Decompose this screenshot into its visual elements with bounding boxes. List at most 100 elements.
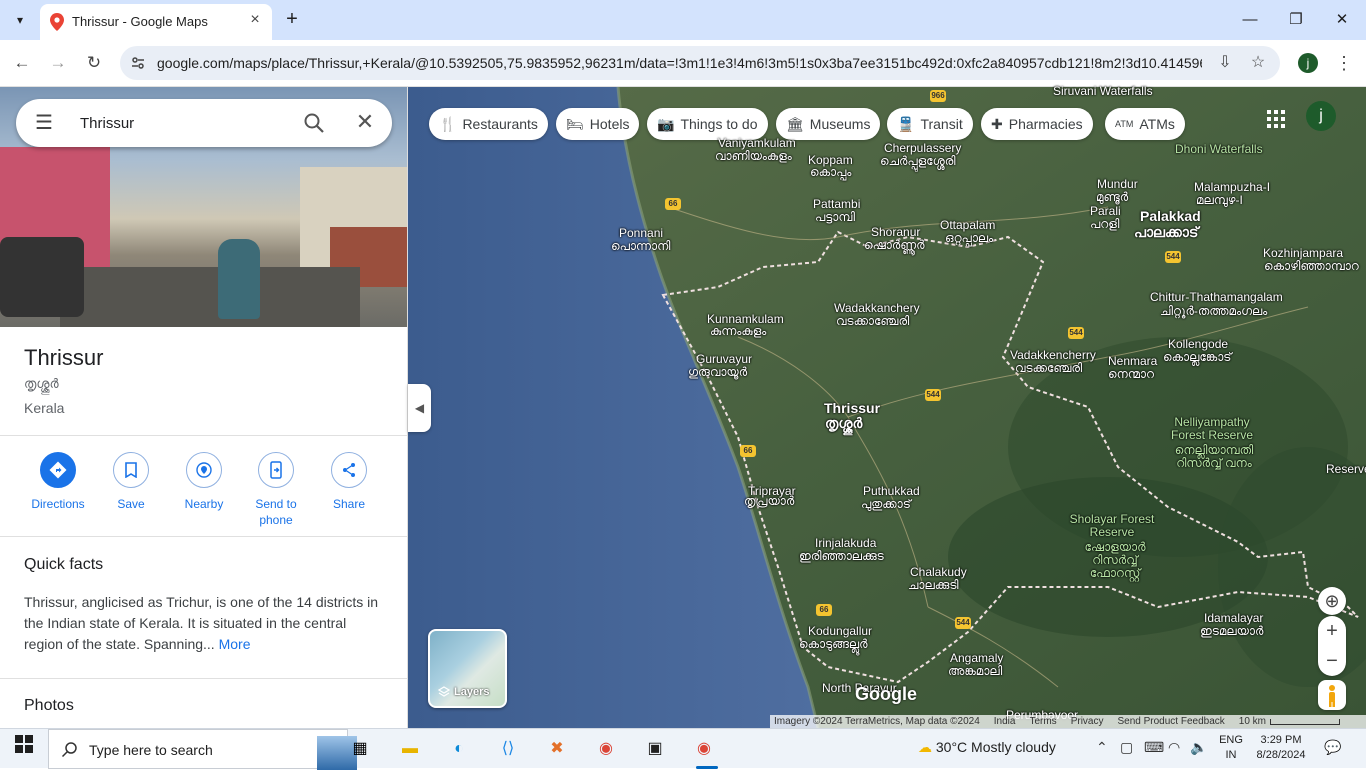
chip-pharmacies[interactable]: ✚ Pharmacies [981, 108, 1093, 140]
new-tab-button[interactable]: + [282, 9, 302, 29]
chip-hotels[interactable]: 🛏 Hotels [556, 108, 640, 140]
chip-atms[interactable]: ATM ATMs [1105, 108, 1185, 140]
map-label: തൃശ്ശൂർ [825, 415, 863, 431]
map-label: കൊഴിഞ്ഞാമ്പാറ [1264, 259, 1359, 273]
nearby-label: Nearby [184, 497, 224, 511]
volume-icon[interactable]: 🔈 [1190, 739, 1207, 756]
region-link[interactable]: India [994, 716, 1016, 727]
region-code: IN [1225, 749, 1237, 761]
place-local-name: തൃശ്ശൂർ [24, 376, 59, 391]
map-label: വടക്കഞ്ചേരി [1015, 361, 1083, 375]
atm-icon: ATM [1115, 119, 1134, 129]
site-info-icon[interactable] [130, 55, 146, 71]
vscode-icon[interactable]: ⟨⟩ [494, 735, 522, 763]
taskbar-search[interactable]: Type here to search [48, 729, 357, 770]
map-label: മലമ്പുഴ-I [1196, 193, 1243, 207]
send-to-phone-button[interactable]: Send to phone [240, 452, 312, 528]
language-indicator[interactable]: ENG IN [1218, 733, 1244, 763]
edge-icon[interactable]: ◐ [445, 735, 473, 763]
profile-avatar[interactable]: j [1298, 53, 1318, 73]
restaurant-icon: 🍴 [439, 115, 457, 132]
meet-icon[interactable]: ▢ [1120, 739, 1133, 756]
clock[interactable]: 3:29 PM 8/28/2024 [1252, 733, 1310, 763]
layers-label: Layers [454, 686, 490, 698]
input-icon[interactable]: ⌨ [1144, 739, 1164, 756]
map-label: ഷൊർണ്ണൂർ [864, 238, 925, 252]
notifications-icon[interactable]: 💬 [1324, 739, 1341, 756]
search-icon[interactable] [302, 111, 326, 135]
clock-date: 8/28/2024 [1256, 749, 1306, 761]
map-label: പൊന്നാനി [611, 239, 671, 253]
address-bar[interactable]: google.com/maps/place/Thrissur,+Kerala/@… [120, 46, 1280, 80]
save-button[interactable]: Save [95, 452, 167, 512]
layers-button[interactable]: Layers [428, 629, 507, 708]
scale-label: 10 km [1238, 716, 1267, 727]
share-button[interactable]: Share [313, 452, 385, 512]
map-label: ഷോളയാർ റിസർവ്വ് ഫോറസ്റ്റ് [1084, 540, 1146, 580]
terms-link[interactable]: Terms [1029, 716, 1056, 727]
zoom-out-button[interactable]: − [1318, 646, 1346, 676]
chip-restaurants[interactable]: 🍴 Restaurants [429, 108, 548, 140]
restore-button[interactable]: ❐ [1284, 8, 1308, 32]
wifi-icon[interactable]: ◠ [1168, 739, 1180, 756]
search-input[interactable] [80, 111, 280, 135]
map-label: വാണിയംകുളം [715, 149, 792, 163]
pegman-icon[interactable] [1318, 680, 1346, 710]
chip-atms-label: ATMs [1139, 116, 1175, 132]
menu-icon[interactable]: ☰ [32, 111, 56, 135]
browser-menu-icon[interactable]: ⋮ [1334, 51, 1354, 75]
tab-list-button[interactable]: ▾ [6, 8, 34, 32]
map-label: ഇടമലയാർ [1200, 624, 1264, 638]
clear-search-icon[interactable]: ✕ [353, 110, 377, 134]
show-hidden-icons[interactable]: ⌃ [1096, 739, 1108, 756]
place-panel: ☰ ✕ Thrissur തൃശ്ശൂർ Kerala Directions S… [0, 87, 408, 728]
task-view-icon[interactable]: ▦ [346, 735, 374, 763]
chip-things-to-do-label: Things to do [680, 116, 758, 132]
map-label: Nelliyampathy Forest Reserve [1170, 415, 1254, 442]
tab-close-icon[interactable]: × [246, 11, 264, 29]
zoom-in-button[interactable]: + [1318, 616, 1346, 646]
back-button[interactable]: ← [10, 51, 34, 75]
map-label: ചിറ്റൂർ-തത്തമംഗലം [1160, 304, 1268, 318]
map-label: ചെർപ്പുളശ്ശേരി [880, 154, 956, 168]
active-tab[interactable]: Thrissur - Google Maps × [40, 4, 272, 40]
feedback-link[interactable]: Send Product Feedback [1117, 716, 1224, 727]
bookmark-star-icon[interactable]: ☆ [1248, 53, 1268, 73]
browser-tab-bar: ▾ Thrissur - Google Maps × + — ❐ ✕ [0, 0, 1366, 40]
map-account-avatar[interactable]: j [1306, 101, 1336, 131]
minimize-button[interactable]: — [1238, 8, 1262, 32]
weather-widget[interactable]: ☁ 30°C Mostly cloudy [918, 739, 1056, 756]
quick-facts-more-link[interactable]: More [219, 636, 251, 652]
hotel-icon: 🛏 [566, 115, 584, 132]
place-title: Thrissur [24, 345, 104, 370]
map-label: കൊടുങ്ങല്ലൂർ [799, 637, 868, 651]
collapse-panel-button[interactable]: ◀ [408, 384, 431, 432]
nearby-button[interactable]: Nearby [168, 452, 240, 512]
chip-transit-label: Transit [920, 116, 963, 132]
reload-button[interactable]: ↻ [82, 51, 106, 75]
xampp-icon[interactable]: ✖ [543, 735, 571, 763]
map-label: അങ്കമാലി [948, 664, 1003, 678]
forward-button[interactable]: → [46, 51, 70, 75]
divider [0, 536, 407, 537]
send-to-phone-icon [270, 461, 282, 479]
google-apps-icon[interactable] [1264, 107, 1288, 131]
install-app-icon[interactable]: ⇩ [1215, 53, 1235, 73]
zoom-control: + − [1318, 616, 1346, 676]
my-location-icon[interactable]: ⊕ [1318, 587, 1346, 615]
map-label: വടക്കാഞ്ചേരി [836, 314, 910, 328]
chip-transit[interactable]: 🚆 Transit [887, 108, 973, 140]
terminal-icon[interactable]: ▣ [641, 735, 669, 763]
imagery-credit: Imagery ©2024 TerraMetrics, Map data ©20… [774, 716, 980, 727]
directions-button[interactable]: Directions [22, 452, 94, 512]
map-label: ഒറ്റപ്പാലം [945, 231, 994, 245]
search-box: ☰ ✕ [16, 99, 392, 147]
chrome-icon[interactable]: ◉ [592, 735, 620, 763]
scale-bar[interactable]: 10 km [1238, 716, 1341, 727]
privacy-link[interactable]: Privacy [1071, 716, 1104, 727]
windows-start-icon[interactable] [10, 735, 38, 763]
map-label: നെല്ലിയാമ്പതി റിസർവ്വ് വനം [1174, 443, 1254, 470]
chrome-profile-icon[interactable]: ◉ [690, 735, 718, 763]
close-window-button[interactable]: ✕ [1330, 8, 1354, 32]
file-explorer-icon[interactable]: ▬ [396, 735, 424, 763]
